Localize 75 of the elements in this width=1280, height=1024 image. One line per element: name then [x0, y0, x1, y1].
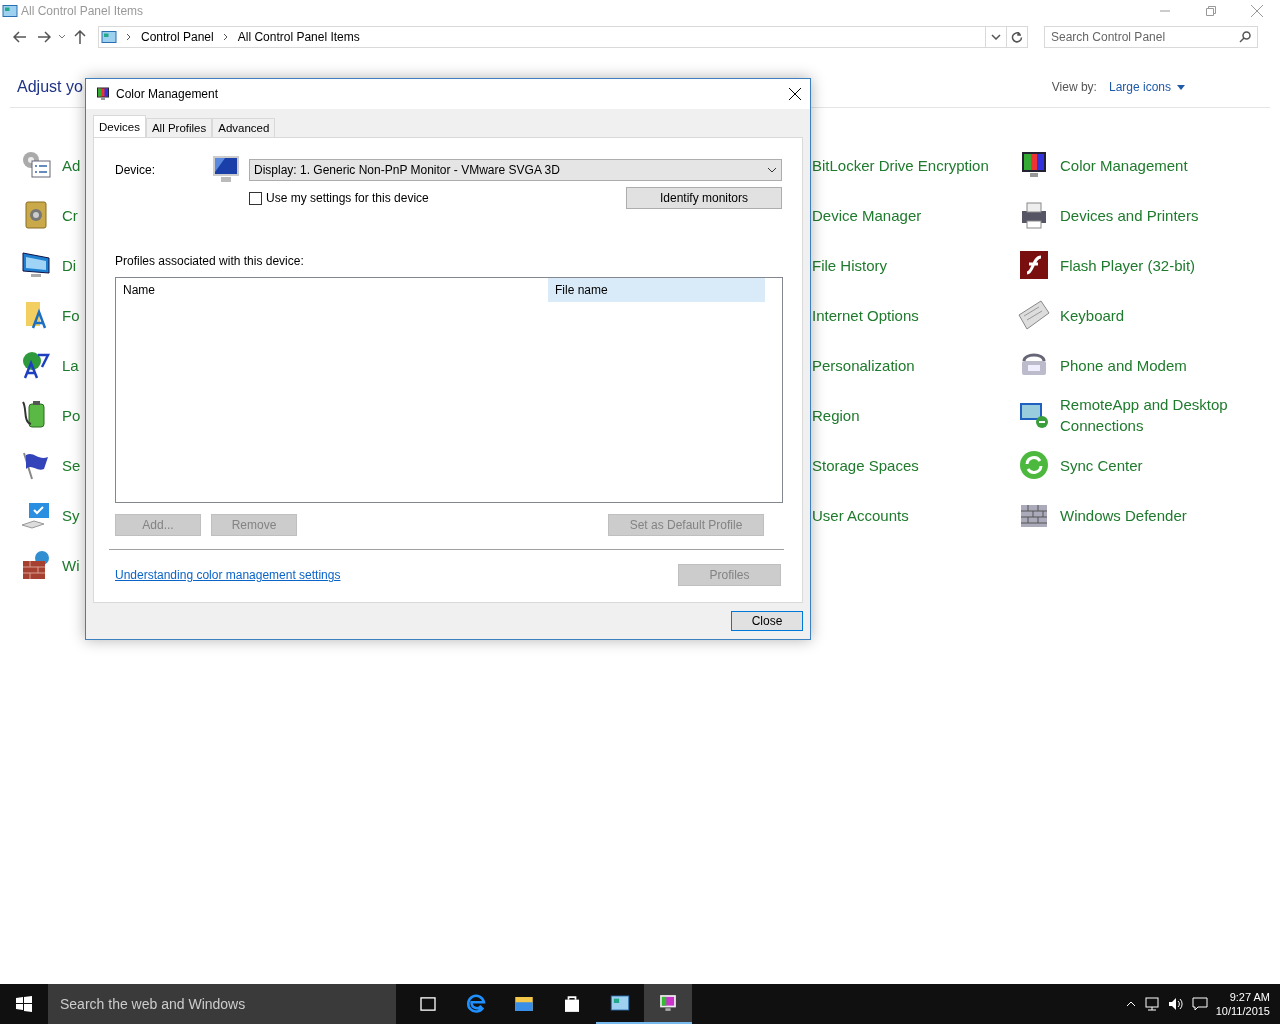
checkbox[interactable]: [249, 191, 262, 205]
control-panel-item[interactable]: Device Manager: [812, 204, 922, 226]
device-dropdown[interactable]: Display: 1. Generic Non-PnP Monitor - VMware SVGA 3D: [249, 159, 782, 181]
refresh-icon[interactable]: [1011, 31, 1023, 43]
chevron-icon: [221, 33, 230, 41]
globe-symbols-icon: [20, 349, 52, 381]
color-monitor-icon: [95, 86, 111, 102]
dialog-title: Color Management: [116, 87, 219, 101]
control-panel-item[interactable]: Se: [62, 454, 81, 476]
device-label: Device:: [115, 163, 156, 177]
control-panel-item[interactable]: Personalization: [812, 354, 915, 376]
close-dialog-button[interactable]: Close: [731, 611, 803, 631]
sync-icon: [1018, 449, 1050, 481]
taskbar-search-field[interactable]: Search the web and Windows: [48, 984, 396, 1024]
control-panel-item[interactable]: RemoteApp and Desktop Connections: [1060, 394, 1250, 436]
volume-icon[interactable]: [1167, 997, 1184, 1011]
taskbar-app-button[interactable]: [644, 984, 692, 1024]
control-panel-item[interactable]: Cr: [62, 204, 78, 226]
clock[interactable]: 9:27 AM 10/11/2015: [1215, 990, 1270, 1018]
control-panel-item[interactable]: Di: [62, 254, 77, 276]
caret-icon: [1177, 84, 1185, 90]
control-panel-item[interactable]: Color Management: [1060, 154, 1250, 176]
breadcrumb[interactable]: All Control Panel Items: [237, 30, 360, 44]
view-by-label: View by:: [1051, 80, 1097, 94]
tab[interactable]: Advanced: [212, 118, 276, 137]
caret-icon: [767, 167, 777, 173]
control-panel-item[interactable]: BitLocker Drive Encryption: [812, 154, 989, 176]
help-link[interactable]: Understanding color management settings: [115, 568, 341, 582]
column-header[interactable]: File name: [548, 278, 765, 302]
chevron-icon: [125, 33, 133, 41]
identify-monitors-button[interactable]: Identify monitors: [626, 187, 782, 209]
tab[interactable]: Devices: [93, 115, 146, 137]
control-panel-item[interactable]: Phone and Modem: [1060, 354, 1250, 376]
tab[interactable]: All Profiles: [145, 118, 213, 137]
control-panel-item[interactable]: Windows Defender: [1060, 504, 1250, 526]
control-panel-item[interactable]: Storage Spaces: [812, 454, 919, 476]
search-field[interactable]: Search Control Panel: [1044, 26, 1258, 48]
search-icon: [1239, 31, 1251, 43]
gear-checklist-icon: [20, 149, 52, 181]
keyboard-icon: [1018, 299, 1050, 331]
flash-player-icon: [1018, 249, 1050, 281]
recent-locations-icon[interactable]: [58, 34, 66, 40]
control-panel-item[interactable]: File History: [812, 254, 887, 276]
chevron-up-icon[interactable]: [1125, 1001, 1136, 1007]
brick-wall-globe-icon: [20, 549, 52, 581]
restore-icon[interactable]: [1206, 6, 1216, 16]
view-by-dropdown[interactable]: Large icons: [1108, 80, 1185, 94]
page-heading: Adjust yo: [17, 78, 83, 96]
control-panel-item[interactable]: Devices and Printers: [1060, 204, 1250, 226]
control-panel-item[interactable]: Wi: [62, 554, 80, 576]
control-panel-item[interactable]: Sy: [62, 504, 80, 526]
control-panel-item[interactable]: Ad: [62, 154, 81, 176]
control-panel-item[interactable]: Fo: [62, 304, 80, 326]
notifications-icon[interactable]: [1191, 997, 1208, 1011]
control-panel-item[interactable]: Po: [62, 404, 81, 426]
checkbox-label[interactable]: Use my settings for this device: [266, 191, 429, 205]
control-panel-item[interactable]: Internet Options: [812, 304, 919, 326]
network-icon[interactable]: [1143, 997, 1160, 1011]
dropdown-icon[interactable]: [991, 34, 1001, 40]
control-panel-item[interactable]: Keyboard: [1060, 304, 1250, 326]
address-bar[interactable]: Control Panel All Control Panel Items: [98, 26, 1028, 48]
window-title: All Control Panel Items: [21, 4, 144, 18]
control-panel-item[interactable]: Region: [812, 404, 860, 426]
windows-logo-icon[interactable]: [16, 996, 32, 1012]
control-panel-icon: [101, 29, 117, 45]
profiles-list[interactable]: Name File name: [115, 277, 783, 503]
column-header[interactable]: Name: [116, 278, 548, 302]
control-panel-item[interactable]: User Accounts: [812, 504, 909, 526]
breadcrumb[interactable]: Control Panel: [141, 30, 214, 44]
control-panel-item[interactable]: Flash Player (32-bit): [1060, 254, 1250, 276]
profiles-label: Profiles associated with this device:: [115, 254, 305, 268]
control-panel-item[interactable]: La: [62, 354, 79, 376]
control-panel-item[interactable]: Sync Center: [1060, 454, 1250, 476]
close-icon[interactable]: [789, 88, 801, 100]
control-panel-icon: [2, 3, 18, 19]
